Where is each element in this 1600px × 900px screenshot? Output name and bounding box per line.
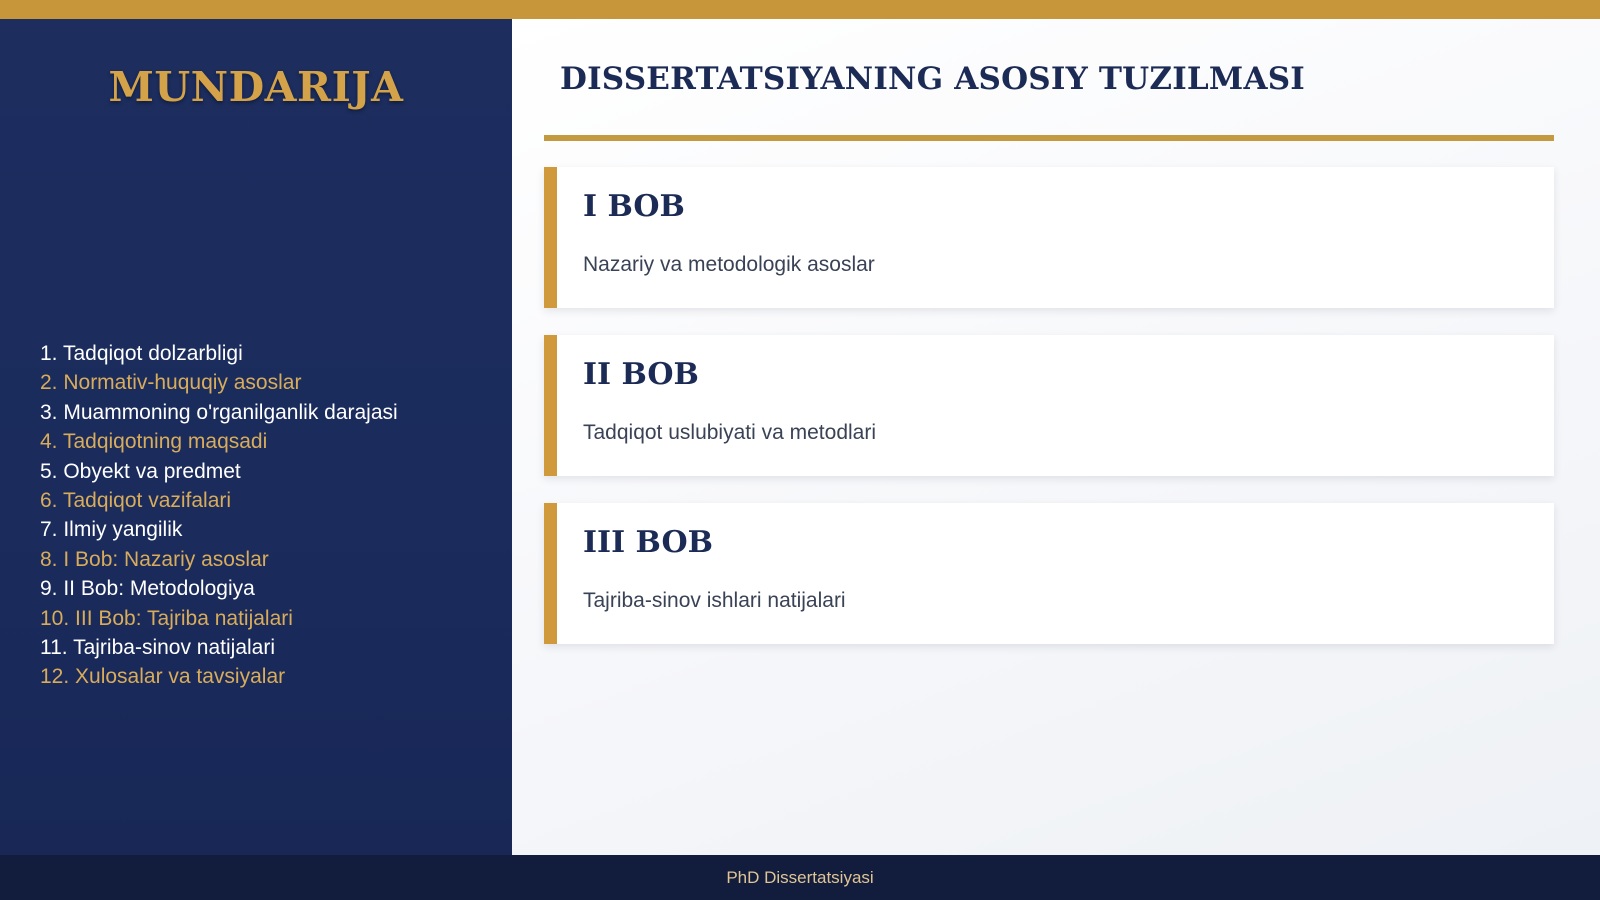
toc-item: 11. Tajriba-sinov natijalari xyxy=(40,635,276,659)
chapter-card-2: II BOB Tadqiqot uslubiyati va metodlari xyxy=(544,335,1554,476)
toc-item: 12. Xulosalar va tavsiyalar xyxy=(40,665,286,689)
toc-item: 6. Tadqiqot vazifalari xyxy=(40,488,232,512)
toc-item: 4. Tadqiqotning maqsadi xyxy=(40,430,268,454)
chapter-subtitle: Tadqiqot uslubiyati va metodlari xyxy=(583,421,876,444)
sidebar-title: MUNDARIJA xyxy=(108,63,404,111)
chapter-title: II BOB xyxy=(583,357,699,392)
page-title: DISSERTATSIYANING ASOSIY TUZILMASI xyxy=(560,61,1305,97)
top-accent-bar xyxy=(0,0,1600,19)
toc-item: 3. Muammoning o'rganilganlik darajasi xyxy=(40,400,398,424)
chapter-subtitle: Nazariy va metodologik asoslar xyxy=(583,253,875,276)
toc-item: 8. I Bob: Nazariy asoslar xyxy=(40,547,269,571)
footer-text: PhD Dissertatsiyasi xyxy=(726,868,874,887)
footer: PhD Dissertatsiyasi xyxy=(0,855,1600,900)
chapter-title: III BOB xyxy=(583,525,713,560)
table-of-contents: 1. Tadqiqot dolzarbligi 2. Normativ-huqu… xyxy=(40,339,500,692)
toc-item: 2. Normativ-huquqiy asoslar xyxy=(40,371,302,395)
toc-item: 1. Tadqiqot dolzarbligi xyxy=(40,342,243,365)
sidebar: MUNDARIJA 1. Tadqiqot dolzarbligi 2. Nor… xyxy=(0,19,512,855)
toc-item: 7. Ilmiy yangilik xyxy=(40,518,183,542)
title-divider xyxy=(544,135,1554,141)
main-content: DISSERTATSIYANING ASOSIY TUZILMASI I BOB… xyxy=(512,19,1600,855)
chapter-subtitle: Tajriba-sinov ishlari natijalari xyxy=(583,589,846,612)
chapter-card-3: III BOB Tajriba-sinov ishlari natijalari xyxy=(544,503,1554,644)
chapter-title: I BOB xyxy=(583,189,685,224)
toc-item: 5. Obyekt va predmet xyxy=(40,459,241,483)
toc-item: 10. III Bob: Tajriba natijalari xyxy=(40,606,293,630)
chapter-card-1: I BOB Nazariy va metodologik asoslar xyxy=(544,167,1554,308)
toc-item: 9. II Bob: Metodologiya xyxy=(40,577,255,601)
